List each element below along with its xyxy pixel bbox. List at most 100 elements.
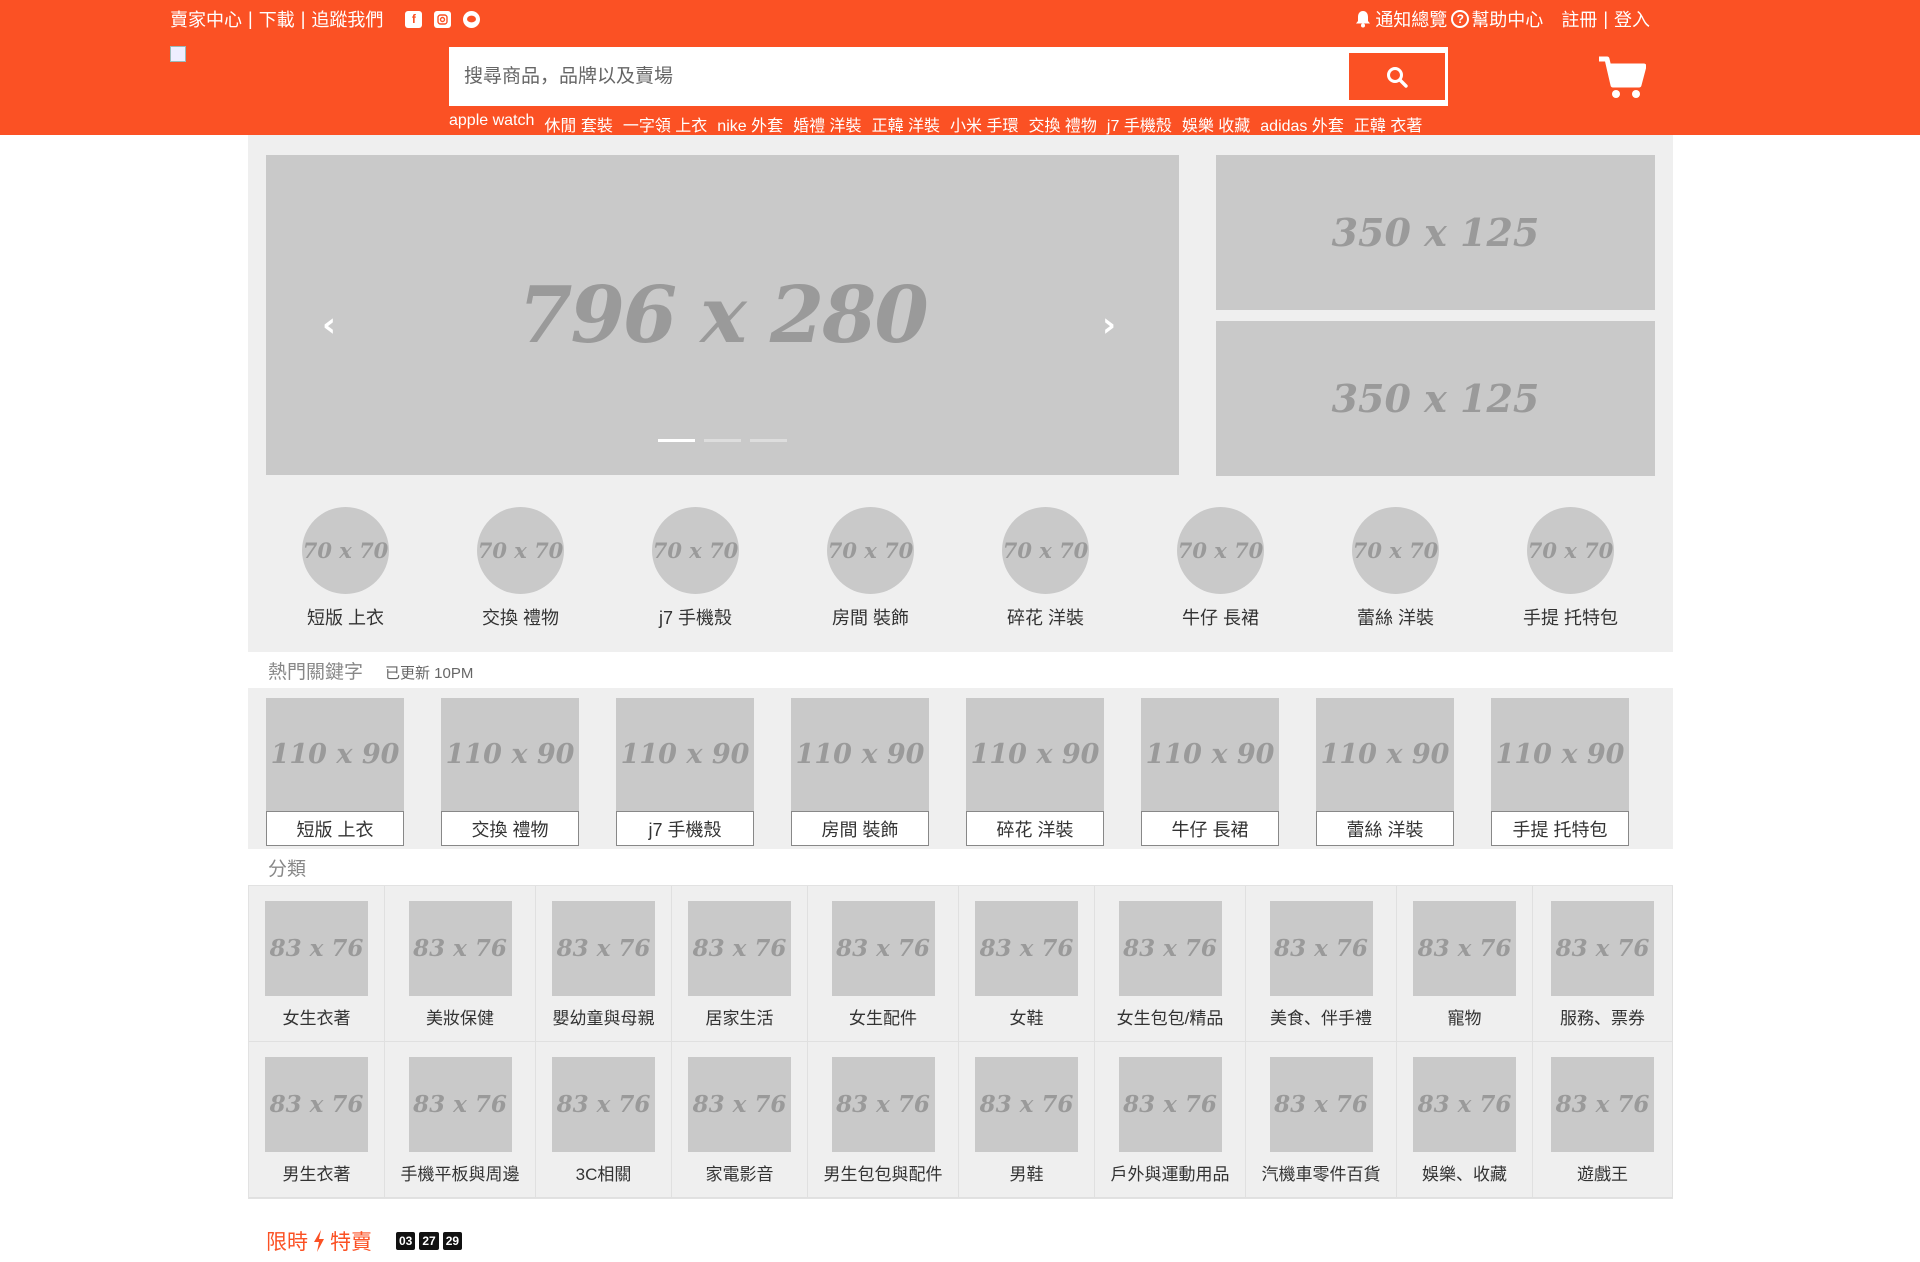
seller-center-link[interactable]: 賣家中心 <box>170 6 242 32</box>
search-button[interactable] <box>1349 53 1445 100</box>
category-image[interactable]: 83 x 76 <box>265 1057 368 1152</box>
category-image[interactable]: 83 x 76 <box>408 901 512 996</box>
quick-category-image[interactable]: 70 x 70 <box>652 507 739 594</box>
notifications-link[interactable]: 通知總覽 <box>1375 6 1447 32</box>
category-image[interactable]: 83 x 76 <box>552 901 655 996</box>
category-image[interactable]: 83 x 76 <box>975 1057 1078 1152</box>
facebook-icon[interactable]: f <box>405 10 423 28</box>
banner-dot[interactable] <box>658 439 695 442</box>
category-image[interactable]: 83 x 76 <box>831 1057 935 1152</box>
category-item[interactable]: 83 x 76 美食、伴手禮 <box>1246 886 1397 1042</box>
hot-keyword-button[interactable]: 房間 裝飾 <box>791 811 929 846</box>
hot-word-link[interactable]: 一字領 上衣 <box>623 112 707 136</box>
bell-icon[interactable] <box>1355 10 1371 28</box>
category-image[interactable]: 83 x 76 <box>1118 901 1222 996</box>
hot-word-link[interactable]: apple watch <box>449 112 534 136</box>
category-item[interactable]: 83 x 76 男生衣著 <box>249 1042 385 1198</box>
quick-category-item[interactable]: 70 x 70 短版 上衣 <box>258 507 433 630</box>
quick-category-item[interactable]: 70 x 70 交換 禮物 <box>433 507 608 630</box>
category-item[interactable]: 83 x 76 美妝保健 <box>385 886 536 1042</box>
quick-category-image[interactable]: 70 x 70 <box>827 507 914 594</box>
category-item[interactable]: 83 x 76 3C相關 <box>536 1042 672 1198</box>
hot-keyword-image[interactable]: 110 x 90 <box>1141 698 1279 811</box>
quick-category-image[interactable]: 70 x 70 <box>1002 507 1089 594</box>
category-image[interactable]: 83 x 76 <box>1551 1057 1654 1152</box>
hot-word-link[interactable]: 婚禮 洋裝 <box>793 112 861 136</box>
hot-keyword-card[interactable]: 110 x 90 交換 禮物 <box>441 698 579 846</box>
help-icon[interactable]: ? <box>1451 10 1470 28</box>
hot-keyword-card[interactable]: 110 x 90 蕾絲 洋裝 <box>1316 698 1454 846</box>
main-banner[interactable]: 796 x 280 ‹ › <box>266 155 1179 475</box>
category-item[interactable]: 83 x 76 手機平板與周邊 <box>385 1042 536 1198</box>
category-item[interactable]: 83 x 76 男鞋 <box>959 1042 1095 1198</box>
category-item[interactable]: 83 x 76 戶外與運動用品 <box>1095 1042 1246 1198</box>
hot-word-link[interactable]: 正韓 洋裝 <box>872 112 940 136</box>
category-image[interactable]: 83 x 76 <box>265 901 368 996</box>
category-item[interactable]: 83 x 76 女生配件 <box>808 886 959 1042</box>
hot-word-link[interactable]: 娛樂 收藏 <box>1182 112 1250 136</box>
instagram-icon[interactable] <box>434 10 452 28</box>
quick-category-item[interactable]: 70 x 70 j7 手機殼 <box>608 507 783 630</box>
hot-keyword-card[interactable]: 110 x 90 碎花 洋裝 <box>966 698 1104 846</box>
hot-word-link[interactable]: nike 外套 <box>717 112 783 136</box>
hot-word-link[interactable]: 交換 禮物 <box>1028 112 1096 136</box>
hot-keyword-image[interactable]: 110 x 90 <box>791 698 929 811</box>
hot-keyword-card[interactable]: 110 x 90 牛仔 長裙 <box>1141 698 1279 846</box>
hot-keyword-image[interactable]: 110 x 90 <box>266 698 404 811</box>
search-input[interactable] <box>464 50 1324 103</box>
hot-keyword-image[interactable]: 110 x 90 <box>616 698 754 811</box>
quick-category-item[interactable]: 70 x 70 碎花 洋裝 <box>958 507 1133 630</box>
category-image[interactable]: 83 x 76 <box>831 901 935 996</box>
category-item[interactable]: 83 x 76 汽機車零件百貨 <box>1246 1042 1397 1198</box>
banner-dot[interactable] <box>750 439 787 442</box>
hot-word-link[interactable]: 休閒 套裝 <box>544 112 612 136</box>
category-item[interactable]: 83 x 76 服務、票券 <box>1533 886 1673 1042</box>
hot-keyword-card[interactable]: 110 x 90 手提 托特包 <box>1491 698 1629 846</box>
category-image[interactable]: 83 x 76 <box>408 1057 512 1152</box>
quick-category-image[interactable]: 70 x 70 <box>477 507 564 594</box>
quick-category-image[interactable]: 70 x 70 <box>1177 507 1264 594</box>
category-image[interactable]: 83 x 76 <box>1269 901 1373 996</box>
category-item[interactable]: 83 x 76 嬰幼童與母親 <box>536 886 672 1042</box>
category-item[interactable]: 83 x 76 家電影音 <box>672 1042 808 1198</box>
hot-keyword-button[interactable]: 碎花 洋裝 <box>966 811 1104 846</box>
side-banner-bottom[interactable]: 350 x 125 <box>1216 321 1655 476</box>
category-item[interactable]: 83 x 76 居家生活 <box>672 886 808 1042</box>
category-image[interactable]: 83 x 76 <box>1269 1057 1373 1152</box>
quick-category-item[interactable]: 70 x 70 手提 托特包 <box>1483 507 1658 630</box>
category-item[interactable]: 83 x 76 男生包包與配件 <box>808 1042 959 1198</box>
register-link[interactable]: 註冊 <box>1561 6 1597 32</box>
hot-keyword-button[interactable]: 短版 上衣 <box>266 811 404 846</box>
category-image[interactable]: 83 x 76 <box>688 1057 791 1152</box>
quick-category-item[interactable]: 70 x 70 蕾絲 洋裝 <box>1308 507 1483 630</box>
quick-category-image[interactable]: 70 x 70 <box>302 507 389 594</box>
hot-keyword-card[interactable]: 110 x 90 j7 手機殼 <box>616 698 754 846</box>
category-image[interactable]: 83 x 76 <box>975 901 1078 996</box>
line-icon[interactable] <box>463 10 481 28</box>
category-image[interactable]: 83 x 76 <box>1413 1057 1516 1152</box>
download-link[interactable]: 下載 <box>259 6 295 32</box>
hot-keyword-image[interactable]: 110 x 90 <box>441 698 579 811</box>
hot-word-link[interactable]: 正韓 衣著 <box>1354 112 1422 136</box>
cart-icon[interactable] <box>1598 56 1647 100</box>
category-item[interactable]: 83 x 76 女鞋 <box>959 886 1095 1042</box>
category-item[interactable]: 83 x 76 女生衣著 <box>249 886 385 1042</box>
hot-keyword-image[interactable]: 110 x 90 <box>1491 698 1629 811</box>
category-item[interactable]: 83 x 76 遊戲王 <box>1533 1042 1673 1198</box>
hot-keyword-card[interactable]: 110 x 90 短版 上衣 <box>266 698 404 846</box>
category-item[interactable]: 83 x 76 女生包包/精品 <box>1095 886 1246 1042</box>
hot-word-link[interactable]: adidas 外套 <box>1260 112 1344 136</box>
hot-word-link[interactable]: j7 手機殼 <box>1107 112 1172 136</box>
banner-next-arrow[interactable]: › <box>1102 305 1116 345</box>
quick-category-item[interactable]: 70 x 70 牛仔 長裙 <box>1133 507 1308 630</box>
hot-keyword-button[interactable]: 交換 禮物 <box>441 811 579 846</box>
category-image[interactable]: 83 x 76 <box>1118 1057 1222 1152</box>
hot-word-link[interactable]: 小米 手環 <box>950 112 1018 136</box>
login-link[interactable]: 登入 <box>1614 6 1650 32</box>
hot-keyword-button[interactable]: 蕾絲 洋裝 <box>1316 811 1454 846</box>
logo-broken-image[interactable] <box>170 46 186 62</box>
category-image[interactable]: 83 x 76 <box>1551 901 1654 996</box>
hot-keyword-card[interactable]: 110 x 90 房間 裝飾 <box>791 698 929 846</box>
hot-keyword-image[interactable]: 110 x 90 <box>1316 698 1454 811</box>
category-image[interactable]: 83 x 76 <box>688 901 791 996</box>
